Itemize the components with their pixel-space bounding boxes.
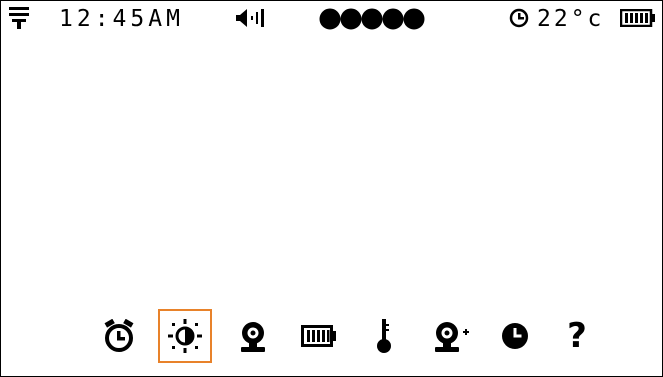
- menu-item-add-camera[interactable]: [424, 309, 478, 363]
- add-camera-icon: [431, 319, 471, 353]
- light-level-dot: [361, 8, 383, 30]
- camera-icon: [237, 319, 269, 353]
- battery-full-icon: [620, 9, 656, 27]
- icon-menu-bar: ?: [1, 301, 662, 371]
- help-icon: ?: [567, 316, 587, 356]
- light-level-dot: [319, 8, 341, 30]
- light-level-dot: [403, 8, 425, 30]
- menu-item-clock[interactable]: [488, 309, 542, 363]
- menu-item-temperature[interactable]: [357, 309, 411, 363]
- device-screen: 12:45AM 22°c ?: [0, 0, 663, 377]
- clock-icon: [509, 8, 529, 28]
- menu-item-camera[interactable]: [226, 309, 280, 363]
- light-level-dot: [382, 8, 404, 30]
- light-level-indicator: [319, 8, 427, 30]
- battery-icon: [301, 325, 337, 347]
- menu-item-help[interactable]: ?: [550, 309, 604, 363]
- menu-item-battery[interactable]: [292, 309, 346, 363]
- temperature-readout: 22°c: [537, 6, 605, 32]
- brightness-icon: [167, 318, 203, 354]
- thermometer-icon: [375, 318, 393, 354]
- menu-item-alarm[interactable]: [92, 309, 146, 363]
- light-level-dot: [340, 8, 362, 30]
- clock-time: 12:45AM: [59, 6, 184, 32]
- clock-icon: [500, 321, 530, 351]
- speaker-volume-icon[interactable]: [236, 8, 270, 28]
- menu-lines-icon[interactable]: [9, 7, 29, 29]
- alarm-clock-icon: [102, 319, 136, 353]
- menu-item-brightness[interactable]: [158, 309, 212, 363]
- status-bar: 12:45AM 22°c: [1, 1, 662, 35]
